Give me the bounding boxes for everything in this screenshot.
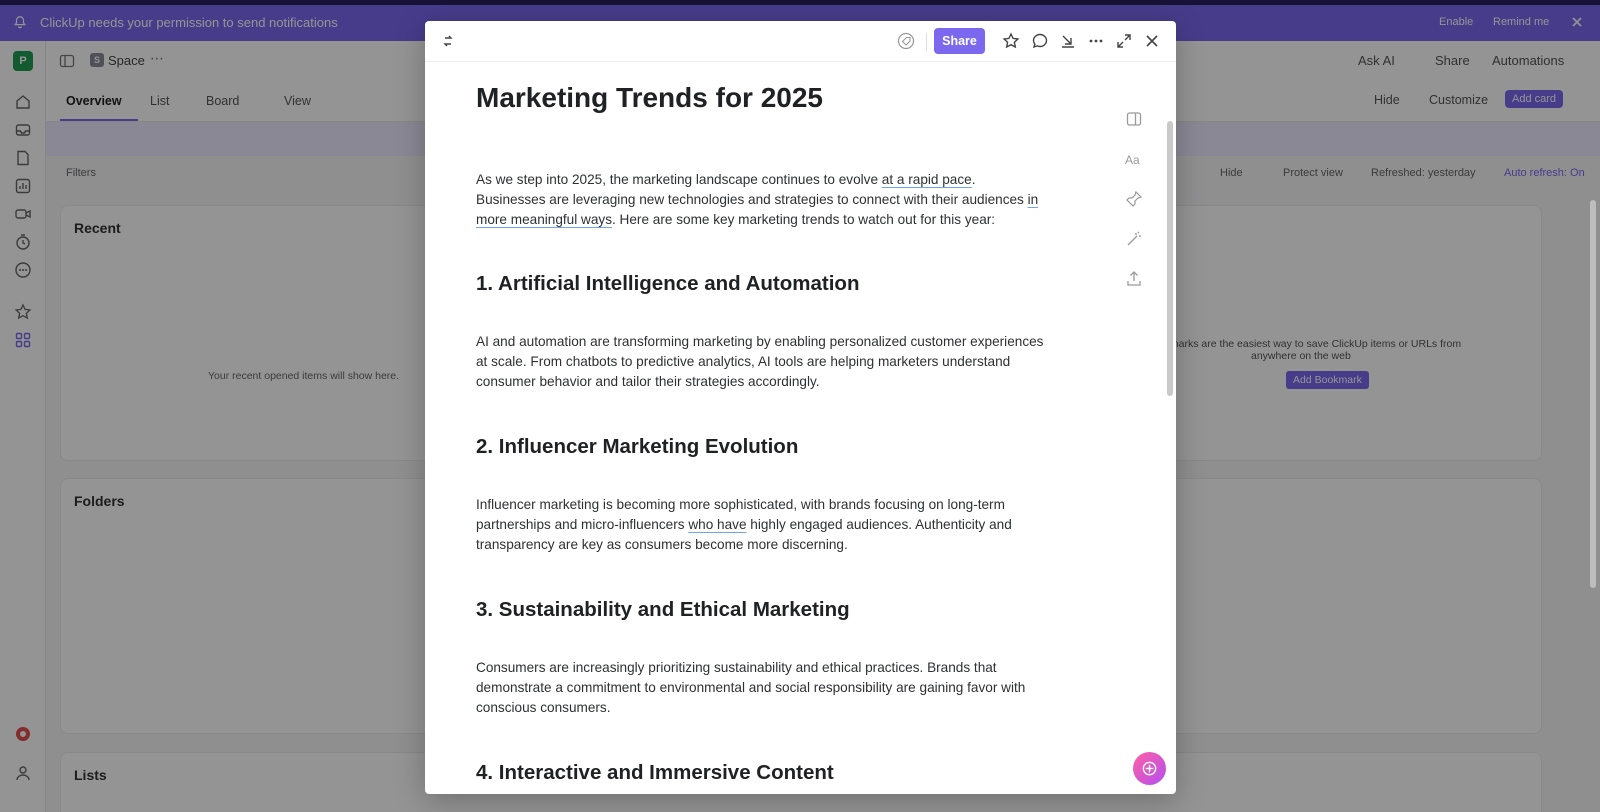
intro-paragraph[interactable]: As we step into 2025, the marketing land… [476, 170, 1046, 230]
intro-underlined-1: at a rapid pace [881, 172, 972, 187]
ai-assistant-button[interactable] [1133, 752, 1166, 785]
section-body-2[interactable]: Influencer marketing is becoming more so… [476, 495, 1046, 555]
section-body-3[interactable]: Consumers are increasingly prioritizing … [476, 658, 1046, 718]
intro-text-1: As we step into 2025, the marketing land… [476, 172, 882, 187]
doc-title[interactable]: Marketing Trends for 2025 [476, 82, 823, 114]
intro-text-3: . Here are some key marketing trends to … [612, 212, 996, 227]
section-heading-3[interactable]: 3. Sustainability and Ethical Marketing [476, 598, 850, 622]
comment-icon[interactable] [1031, 32, 1049, 50]
star-icon[interactable] [1002, 32, 1020, 50]
pin-icon[interactable] [1125, 190, 1143, 208]
more-options-icon[interactable] [1087, 32, 1105, 50]
doc-scrollbar[interactable] [1167, 121, 1173, 396]
section-body-1[interactable]: AI and automation are transforming marke… [476, 332, 1046, 392]
header-divider [926, 33, 927, 51]
doc-modal: Share Marketing Trends for 2025 As we st… [425, 21, 1176, 794]
close-modal-icon[interactable] [1143, 32, 1161, 50]
expand-icon[interactable] [1115, 32, 1133, 50]
text-format-icon[interactable]: Aa [1125, 150, 1143, 168]
sync-icon[interactable] [439, 32, 457, 50]
tag-icon[interactable] [897, 32, 915, 50]
modal-header: Share [425, 21, 1176, 62]
section-heading-1[interactable]: 1. Artificial Intelligence and Automatio… [476, 272, 859, 296]
ai-sparkle-icon [1142, 761, 1157, 776]
download-icon[interactable] [1059, 32, 1077, 50]
share-button[interactable]: Share [934, 28, 985, 54]
export-icon[interactable] [1125, 270, 1143, 288]
svg-text:Aa: Aa [1125, 153, 1140, 167]
layout-panel-icon[interactable] [1125, 110, 1143, 128]
section-body-2-underlined: who have [688, 517, 747, 532]
section-heading-2[interactable]: 2. Influencer Marketing Evolution [476, 435, 798, 459]
page-scrollbar[interactable] [1590, 200, 1596, 588]
section-heading-4[interactable]: 4. Interactive and Immersive Content [476, 761, 834, 785]
magic-wand-icon[interactable] [1125, 230, 1143, 248]
